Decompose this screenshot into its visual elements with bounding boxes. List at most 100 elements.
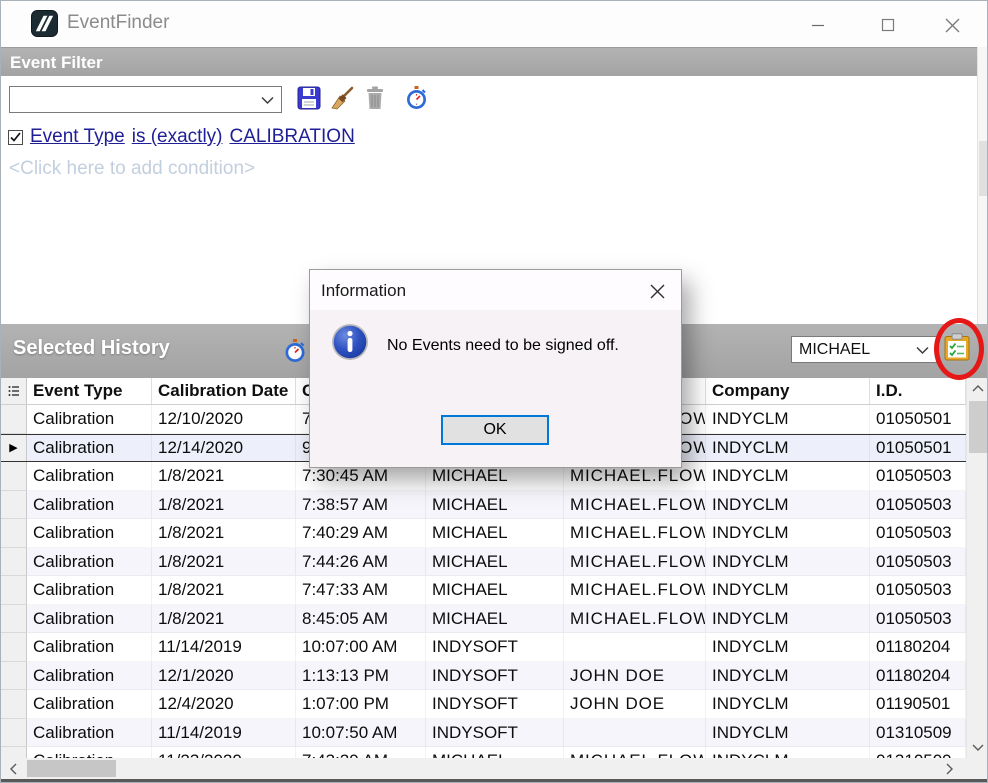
condition-operator-link[interactable]: is (exactly) xyxy=(132,126,223,148)
table-vertical-scrollbar[interactable] xyxy=(966,378,988,758)
table-cell: Calibration xyxy=(27,747,152,758)
table-cell: 12/14/2020 xyxy=(152,435,296,462)
eventfinder-window: EventFinder Event Filter xyxy=(0,0,988,783)
window-title: EventFinder xyxy=(67,12,169,34)
table-cell xyxy=(564,719,706,748)
dialog-title-bar[interactable]: Information xyxy=(310,270,681,310)
table-cell: 7:40:29 AM xyxy=(296,519,426,548)
close-button[interactable] xyxy=(935,13,969,37)
table-cell: JOHN DOE xyxy=(564,662,706,691)
condition-checkbox[interactable] xyxy=(8,130,23,145)
table-row[interactable]: Calibration1/8/20217:44:26 AMMICHAELMICH… xyxy=(1,548,966,577)
ok-button[interactable]: OK xyxy=(441,415,549,445)
selected-history-title: Selected History xyxy=(13,337,170,360)
table-cell: Calibration xyxy=(27,719,152,748)
clear-filter-broom-icon[interactable] xyxy=(330,86,354,110)
chevron-down-icon xyxy=(916,337,929,362)
table-cell: INDYSOFT xyxy=(426,690,564,719)
row-selector[interactable] xyxy=(1,405,27,434)
row-selector[interactable] xyxy=(1,462,27,491)
table-row[interactable]: Calibration11/14/201910:07:00 AMINDYSOFT… xyxy=(1,633,966,662)
dialog-body: No Events need to be signed off. OK xyxy=(310,310,681,467)
scroll-down-icon[interactable] xyxy=(967,737,988,758)
table-row[interactable]: Calibration12/4/20201:07:00 PMINDYSOFTJO… xyxy=(1,690,966,719)
table-cell: INDYCLM xyxy=(706,405,870,434)
table-cell: Calibration xyxy=(27,633,152,662)
user-combobox[interactable]: MICHAEL xyxy=(791,336,937,363)
history-stopwatch-icon[interactable] xyxy=(284,339,306,363)
table-cell: Calibration xyxy=(27,462,152,491)
table-cell: INDYCLM xyxy=(706,491,870,520)
event-filter-header: Event Filter xyxy=(1,47,977,76)
table-cell: 01310509 xyxy=(870,747,966,758)
table-cell: 11/23/2020 xyxy=(152,747,296,758)
minimize-button[interactable] xyxy=(801,13,835,37)
scrollbar-corner xyxy=(966,758,988,779)
column-header-id[interactable]: I.D. xyxy=(870,378,966,404)
table-cell: Calibration xyxy=(27,690,152,719)
row-selector[interactable] xyxy=(1,519,27,548)
row-selector[interactable] xyxy=(1,576,27,605)
table-cell: 10:07:00 AM xyxy=(296,633,426,662)
information-dialog: Information No Events xyxy=(309,269,682,468)
add-condition-hint[interactable]: <Click here to add condition> xyxy=(9,158,255,180)
scroll-left-icon[interactable] xyxy=(3,758,24,779)
table-cell: 7:38:57 AM xyxy=(296,491,426,520)
scroll-up-icon[interactable] xyxy=(967,378,988,399)
row-selector[interactable] xyxy=(1,633,27,662)
table-cell: 1/8/2021 xyxy=(152,519,296,548)
table-cell: 1/8/2021 xyxy=(152,605,296,634)
table-cell: MICHAEL xyxy=(426,548,564,577)
row-selector[interactable] xyxy=(1,747,27,758)
filter-preset-combobox[interactable] xyxy=(9,86,282,113)
chevron-down-icon xyxy=(261,87,274,112)
table-cell: 01050501 xyxy=(870,405,966,434)
row-selector[interactable] xyxy=(1,690,27,719)
scrollbar-thumb[interactable] xyxy=(979,141,988,196)
scrollbar-thumb[interactable] xyxy=(969,401,987,453)
column-header-calibration-date[interactable]: Calibration Date xyxy=(152,378,296,404)
table-horizontal-scrollbar[interactable] xyxy=(1,758,966,779)
table-cell: INDYCLM xyxy=(706,747,870,758)
current-row-marker[interactable]: ▶ xyxy=(1,435,27,462)
table-cell: 01180204 xyxy=(870,662,966,691)
table-cell: MICHAEL xyxy=(426,747,564,758)
table-cell: MICHAEL.FLOWE xyxy=(564,605,706,634)
table-cell: INDYCLM xyxy=(706,605,870,634)
column-header-company[interactable]: Company xyxy=(706,378,870,404)
dialog-close-icon[interactable] xyxy=(645,279,669,303)
maximize-button[interactable] xyxy=(871,13,905,37)
row-selector[interactable] xyxy=(1,548,27,577)
table-row[interactable]: Calibration1/8/20217:38:57 AMMICHAELMICH… xyxy=(1,491,966,520)
table-cell: 1:07:00 PM xyxy=(296,690,426,719)
table-cell: INDYSOFT xyxy=(426,719,564,748)
table-row[interactable]: Calibration1/8/20217:47:33 AMMICHAELMICH… xyxy=(1,576,966,605)
table-cell: 1:13:13 PM xyxy=(296,662,426,691)
condition-value-link[interactable]: CALIBRATION xyxy=(230,126,355,148)
row-selector[interactable] xyxy=(1,719,27,748)
table-row[interactable]: Calibration11/23/20207:43:29 AMMICHAELMI… xyxy=(1,747,966,758)
table-cell: Calibration xyxy=(27,405,152,434)
delete-filter-trash-icon[interactable] xyxy=(364,86,388,110)
row-selector[interactable] xyxy=(1,491,27,520)
scroll-right-icon[interactable] xyxy=(939,758,960,779)
row-selector[interactable] xyxy=(1,662,27,691)
table-cell: 01050501 xyxy=(870,435,966,462)
filter-panel-scrollbar[interactable] xyxy=(977,47,988,324)
row-selector-header[interactable] xyxy=(1,378,27,404)
condition-field-link[interactable]: Event Type xyxy=(30,126,125,148)
table-row[interactable]: Calibration1/8/20217:40:29 AMMICHAELMICH… xyxy=(1,519,966,548)
table-cell: 7:43:29 AM xyxy=(296,747,426,758)
info-icon xyxy=(331,323,369,361)
run-filter-stopwatch-icon[interactable] xyxy=(405,86,429,110)
table-row[interactable]: Calibration1/8/20218:45:05 AMMICHAELMICH… xyxy=(1,605,966,634)
scrollbar-thumb[interactable] xyxy=(27,760,116,777)
save-filter-icon[interactable] xyxy=(297,86,321,110)
table-row[interactable]: Calibration11/14/201910:07:50 AMINDYSOFT… xyxy=(1,719,966,748)
table-row[interactable]: Calibration12/1/20201:13:13 PMINDYSOFTJO… xyxy=(1,662,966,691)
column-header-event-type[interactable]: Event Type xyxy=(27,378,152,404)
table-cell: 11/14/2019 xyxy=(152,633,296,662)
table-cell: INDYCLM xyxy=(706,576,870,605)
row-selector[interactable] xyxy=(1,605,27,634)
title-bar: EventFinder xyxy=(1,1,988,47)
